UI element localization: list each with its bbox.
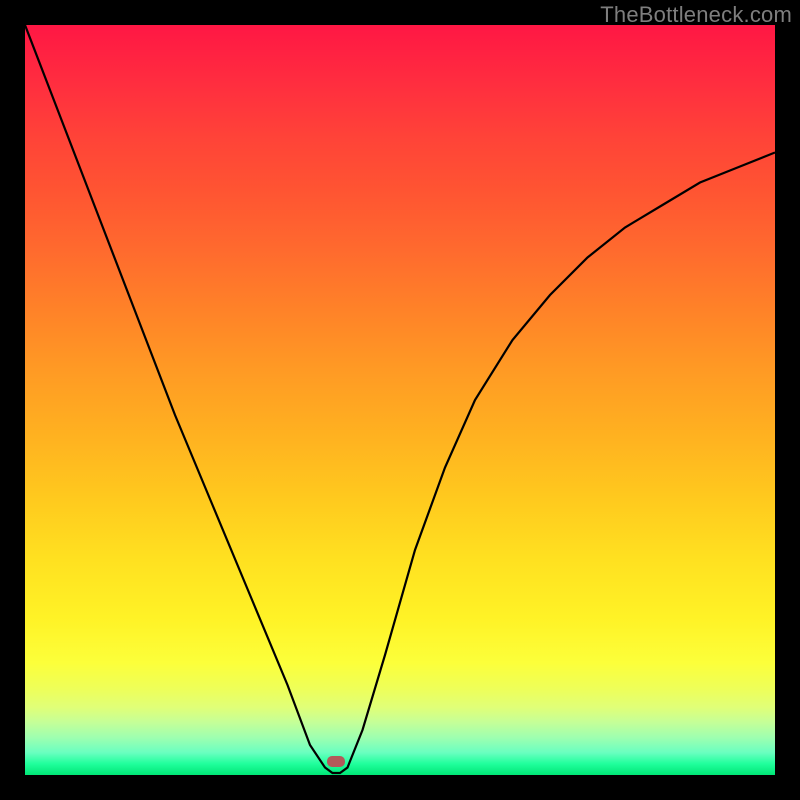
heat-gradient (25, 25, 775, 775)
optimum-marker (327, 756, 345, 767)
chart-frame: TheBottleneck.com (0, 0, 800, 800)
watermark-text: TheBottleneck.com (600, 2, 792, 28)
plot-area (25, 25, 775, 775)
